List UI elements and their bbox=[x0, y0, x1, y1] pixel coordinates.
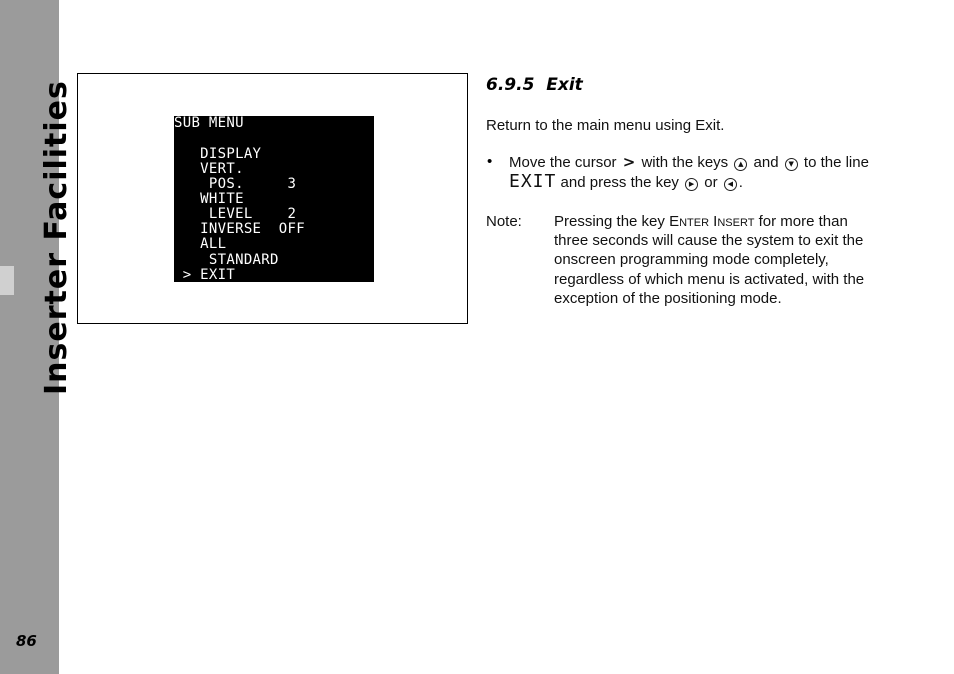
note-line-3: onscreen programming mode completely, bbox=[554, 251, 829, 268]
note-label: Note: bbox=[486, 213, 522, 230]
right-key-icon: ▶ bbox=[685, 178, 699, 191]
osd-line-selected: > EXIT bbox=[174, 267, 236, 283]
text: . bbox=[738, 174, 743, 191]
text: Move the cursor bbox=[509, 154, 617, 171]
text: for more than bbox=[758, 213, 848, 230]
note-line-2: three seconds will cause the system to e… bbox=[554, 232, 864, 249]
bullet-line-2: EXIT and press the key ▶ or ◀. bbox=[509, 172, 743, 193]
bullet-line-1: Move the cursor > with the keys ▲ and ▼ … bbox=[509, 153, 869, 173]
chapter-sidebar: Inserter Facilities 86 bbox=[0, 0, 74, 674]
key-name: Enter Insert bbox=[669, 213, 755, 230]
left-key-icon: ◀ bbox=[723, 178, 737, 191]
text: with the keys bbox=[641, 154, 729, 171]
section-heading: 6.9.5 Exit bbox=[486, 75, 583, 95]
osd-line-title: SUB MENU bbox=[174, 116, 244, 131]
osd-menu-screen: SUB MENU DISPLAY VERT. POS. 3 WHITE LEVE… bbox=[174, 116, 374, 282]
down-key-icon: ▼ bbox=[784, 158, 798, 171]
exit-menu-word: EXIT bbox=[509, 171, 557, 192]
osd-line: INVERSE OFF bbox=[174, 221, 305, 237]
intro-paragraph: Return to the main menu using Exit. bbox=[486, 117, 725, 134]
text: to the line bbox=[803, 154, 869, 171]
chapter-title: Inserter Facilities bbox=[39, 80, 74, 395]
text: and press the key bbox=[560, 174, 679, 191]
note-line-1: Pressing the key Enter Insert for more t… bbox=[554, 212, 848, 232]
text: and bbox=[753, 154, 779, 171]
text: or bbox=[704, 174, 718, 191]
cursor-symbol-icon: > bbox=[622, 153, 636, 171]
note-line-5: exception of the positioning mode. bbox=[554, 290, 782, 307]
up-key-icon: ▲ bbox=[734, 158, 748, 171]
osd-line: POS. 3 bbox=[174, 176, 297, 192]
page-number: 86 bbox=[16, 632, 37, 650]
chapter-tab-marker bbox=[0, 266, 14, 295]
note-line-4: regardless of which menu is activated, w… bbox=[554, 271, 865, 288]
text: Pressing the key bbox=[554, 213, 665, 230]
osd-line: ALL bbox=[174, 236, 227, 252]
osd-line: LEVEL 2 bbox=[174, 206, 297, 222]
bullet-marker: • bbox=[487, 153, 493, 170]
osd-line: VERT. bbox=[174, 161, 244, 177]
osd-line: DISPLAY bbox=[174, 146, 262, 162]
osd-line: WHITE bbox=[174, 191, 244, 207]
osd-line: STANDARD bbox=[174, 252, 279, 268]
